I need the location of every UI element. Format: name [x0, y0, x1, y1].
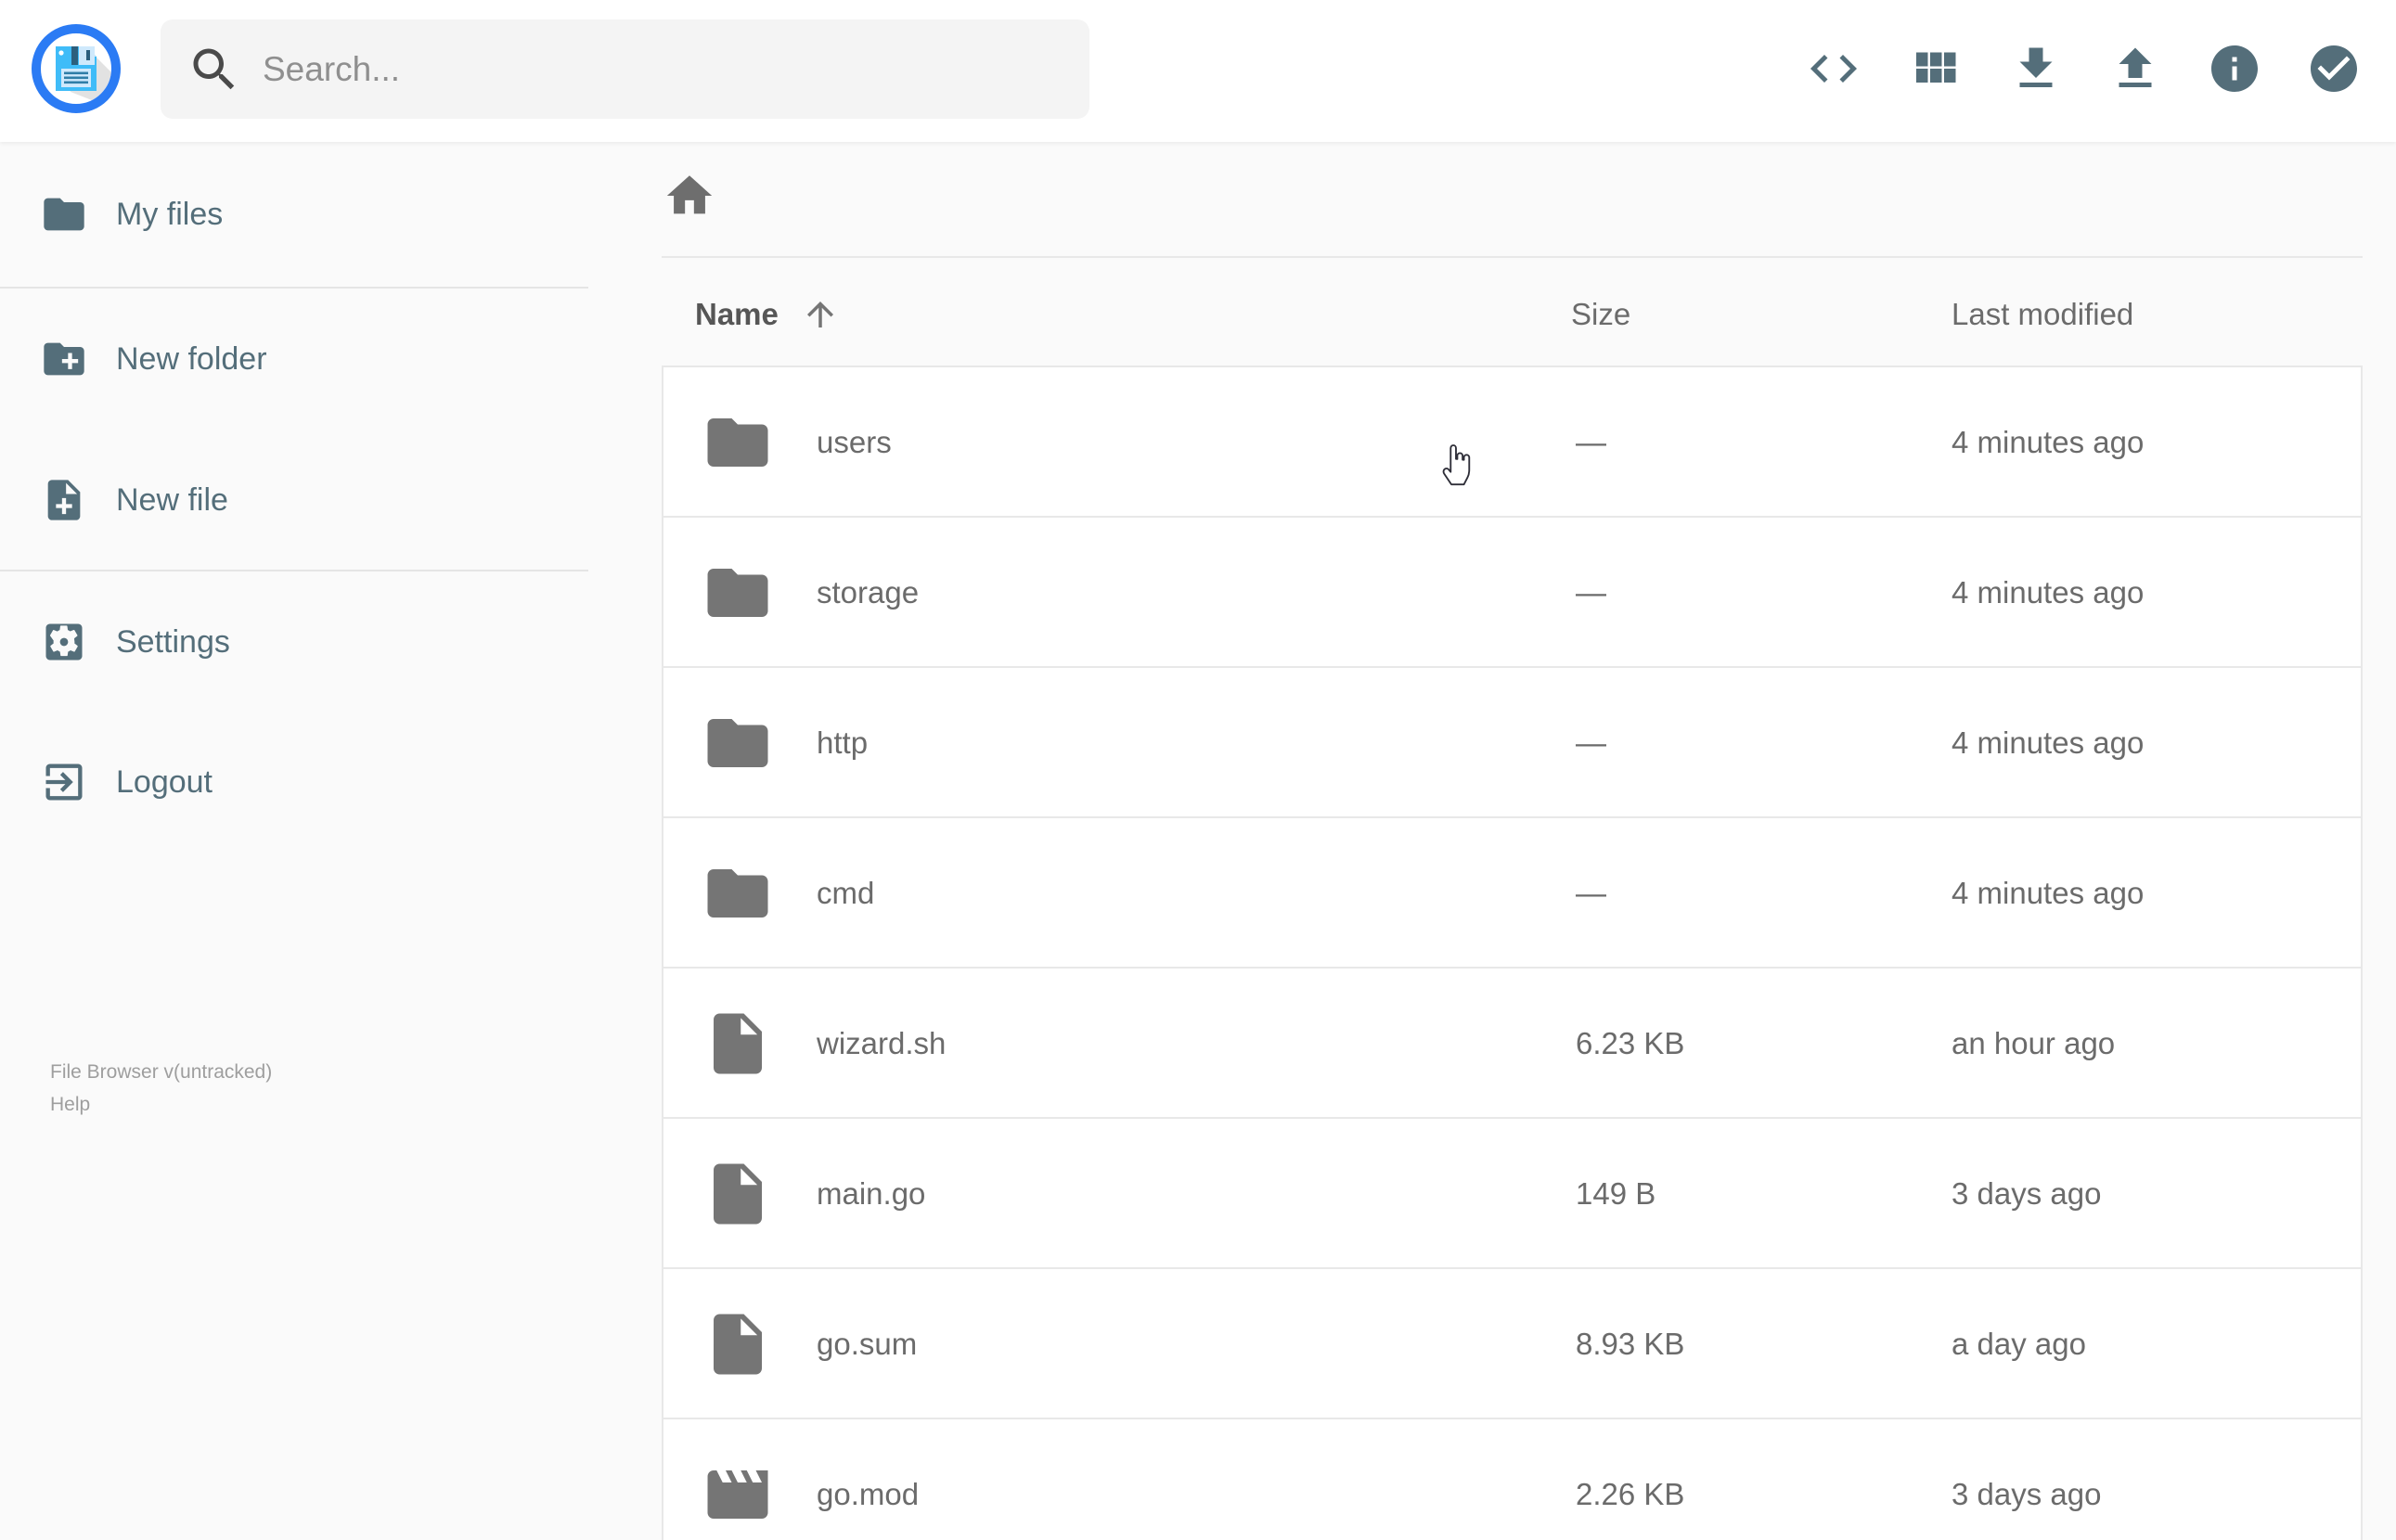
file-modified: a day ago	[1952, 1327, 2086, 1361]
table-row-http[interactable]: http — 4 minutes ago	[663, 668, 2361, 818]
column-header-name[interactable]: Name	[695, 288, 840, 341]
column-header-modified[interactable]: Last modified	[1952, 288, 2133, 341]
download-button[interactable]	[2008, 41, 2064, 96]
sidebar-item-new-file[interactable]: New file	[0, 430, 588, 571]
search-icon	[193, 48, 235, 89]
switch-view-button[interactable]	[1907, 41, 1963, 96]
help-link[interactable]: Help	[50, 1088, 272, 1121]
file-name: go.mod	[817, 1477, 920, 1511]
file-size: —	[1576, 876, 1606, 910]
upload-button[interactable]	[2107, 41, 2163, 96]
file-icon	[702, 1007, 774, 1080]
file-size: 149 B	[1576, 1176, 1656, 1211]
table-row-go-mod[interactable]: go.mod 2.26 KB 3 days ago	[663, 1419, 2361, 1540]
file-modified: 4 minutes ago	[1952, 575, 2145, 610]
file-modified: an hour ago	[1952, 1026, 2116, 1060]
file-size: 8.93 KB	[1576, 1327, 1685, 1361]
file-modified: 4 minutes ago	[1952, 425, 2145, 459]
table-row-cmd[interactable]: cmd — 4 minutes ago	[663, 818, 2361, 969]
select-multiple-button[interactable]	[2306, 41, 2362, 96]
table-row-go-sum[interactable]: go.sum 8.93 KB a day ago	[663, 1269, 2361, 1419]
file-name: go.sum	[817, 1327, 918, 1361]
shell-button[interactable]	[1806, 41, 1861, 96]
sidebar-item-settings[interactable]: Settings	[0, 571, 588, 712]
search-bar[interactable]	[161, 19, 1089, 119]
filebrowser-logo-icon	[32, 24, 121, 113]
folder-icon	[702, 557, 774, 629]
file-modified: 3 days ago	[1952, 1477, 2102, 1511]
file-size: —	[1576, 725, 1606, 760]
create-new-folder-icon	[40, 335, 88, 383]
file-size: —	[1576, 425, 1606, 459]
table-row-main-go[interactable]: main.go 149 B 3 days ago	[663, 1119, 2361, 1269]
version-link[interactable]: File Browser v(untracked)	[50, 1056, 272, 1088]
file-icon	[702, 1158, 774, 1230]
home-icon	[666, 175, 713, 214]
file-list: users — 4 minutes ago storage — 4 minute…	[662, 366, 2363, 1540]
file-icon	[702, 1308, 774, 1380]
filebrowser-app: My files New folder New file Settings Lo…	[0, 0, 2396, 1540]
exit-to-app-icon	[40, 758, 88, 806]
file-modified: 4 minutes ago	[1952, 725, 2145, 760]
sidebar-item-label: New folder	[116, 340, 267, 377]
folder-icon	[40, 190, 88, 238]
check-circle-icon	[2311, 45, 2357, 92]
file-modified: 4 minutes ago	[1952, 876, 2145, 910]
sidebar-item-new-folder[interactable]: New folder	[0, 289, 588, 430]
file-name: storage	[817, 575, 920, 610]
file-name: cmd	[817, 876, 875, 910]
folder-icon	[702, 406, 774, 479]
file-name: wizard.sh	[817, 1026, 947, 1060]
sidebar-footer: File Browser v(untracked) Help	[50, 1056, 272, 1121]
table-row-storage[interactable]: storage — 4 minutes ago	[663, 518, 2361, 668]
sidebar-item-label: Settings	[116, 623, 230, 660]
folder-icon	[702, 707, 774, 779]
file-name: main.go	[817, 1176, 926, 1211]
file-name: http	[817, 725, 869, 760]
sidebar: My files New folder New file Settings Lo…	[0, 142, 588, 1540]
sidebar-item-label: My files	[116, 196, 224, 232]
breadcrumb-home-button[interactable]	[663, 169, 716, 223]
info-icon	[2211, 45, 2258, 92]
app-logo[interactable]	[30, 22, 122, 115]
folder-icon	[702, 857, 774, 930]
sidebar-item-label: Logout	[116, 764, 213, 800]
download-icon	[2019, 47, 2053, 87]
column-header-size[interactable]: Size	[1571, 288, 1630, 341]
note-add-icon	[40, 476, 88, 524]
info-button[interactable]	[2207, 41, 2262, 96]
file-size: 2.26 KB	[1576, 1477, 1685, 1511]
search-input[interactable]	[263, 49, 1089, 89]
settings-icon	[40, 618, 88, 666]
sidebar-item-logout[interactable]: Logout	[0, 712, 588, 853]
breadcrumb-divider	[662, 256, 2363, 258]
file-size: 6.23 KB	[1576, 1026, 1685, 1060]
code-icon	[1810, 55, 1857, 83]
top-bar	[0, 0, 2396, 142]
file-size: —	[1576, 575, 1606, 610]
upload-icon	[2119, 47, 2152, 87]
sort-ascending-icon	[806, 302, 833, 327]
grid-view-icon	[1916, 52, 1956, 83]
file-name: users	[817, 425, 892, 459]
table-row-wizard-sh[interactable]: wizard.sh 6.23 KB an hour ago	[663, 969, 2361, 1119]
table-row-users[interactable]: users — 4 minutes ago	[663, 367, 2361, 518]
sidebar-item-label: New file	[116, 481, 228, 518]
movie-icon	[702, 1458, 774, 1531]
file-modified: 3 days ago	[1952, 1176, 2102, 1211]
sidebar-item-my-files[interactable]: My files	[0, 144, 588, 285]
